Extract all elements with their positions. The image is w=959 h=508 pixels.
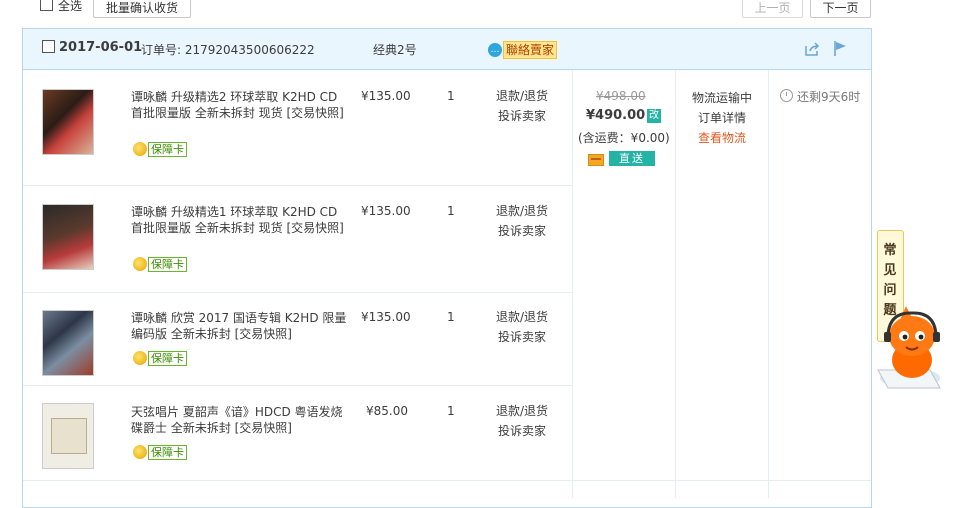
flag-icon[interactable] [833,40,847,57]
quantity: 1 [447,204,455,218]
order-date: 2017-06-01 [59,40,143,55]
mascot-icon[interactable] [870,300,952,400]
clock-icon [780,89,793,102]
product-thumbnail[interactable] [42,310,94,376]
product-title-link[interactable]: 谭咏麟 升级精选1 环球萃取 K2HD CD首批限量版 全新未拆封 现货 [交易… [131,204,347,236]
column-divider [572,70,573,498]
product-thumbnail[interactable] [42,89,94,155]
select-all-checkbox[interactable] [40,0,53,11]
guarantee-label: 保障卡 [148,445,187,460]
contact-seller-link[interactable]: 聯絡賣家 [503,41,558,59]
refund-link[interactable]: 退款/退货 [490,86,554,106]
product-thumbnail[interactable] [42,204,94,270]
share-icon[interactable] [804,41,820,57]
product-title-link[interactable]: 谭咏麟 欣赏 2017 国语专辑 K2HD 限量编码版 全新未拆封 [交易快照] [131,310,347,342]
select-all-label: 全选 [58,0,83,13]
row-divider [23,185,572,186]
original-total: ¥498.00 [596,89,646,103]
card-icon [588,154,604,166]
row-divider [23,292,572,293]
order-number: 订单号: 21792043500606222 [141,43,315,57]
row-divider [23,385,572,386]
refund-link[interactable]: 退款/退货 [490,401,554,421]
freight-info: (含运费：¥0.00) [578,131,670,145]
quantity: 1 [447,310,455,324]
unit-price: ¥135.00 [361,89,411,103]
album-cover-art [51,418,87,454]
complaint-link[interactable]: 投诉卖家 [490,221,554,241]
product-thumbnail[interactable] [42,403,94,469]
prev-page-button[interactable]: 上一页 [742,0,803,18]
row-divider [23,480,871,481]
guarantee-badge[interactable]: 保障卡 [133,445,187,460]
unit-price: ¥85.00 [366,404,408,418]
guarantee-badge[interactable]: 保障卡 [133,257,187,272]
status-column: 物流运输中 订单详情 查看物流 [676,88,768,148]
refund-link[interactable]: 退款/退货 [490,307,554,327]
batch-confirm-button[interactable]: 批量确认收货 [93,0,191,18]
coin-icon [133,351,147,365]
faq-char: 见 [883,263,897,278]
chat-bubble-icon[interactable]: … [488,43,502,57]
guarantee-label: 保障卡 [148,142,187,157]
product-title-link[interactable]: 天弦唱片 夏韶声《谙》HDCD 粤语发烧碟爵士 全新未拆封 [交易快照] [131,404,347,436]
direct-shipping-tag: 直送 [609,151,655,166]
paid-total: ¥490.00 [586,108,646,123]
quantity: 1 [447,89,455,103]
next-page-button[interactable]: 下一页 [810,0,871,18]
order-detail-link[interactable]: 订单详情 [676,108,768,128]
column-divider [768,70,769,498]
view-logistics-link[interactable]: 查看物流 [676,128,768,148]
guarantee-label: 保障卡 [148,257,187,272]
refund-link[interactable]: 退款/退货 [490,201,554,221]
faq-char: 问 [883,283,897,298]
price-modified-tag: 改 [647,109,661,123]
unit-price: ¥135.00 [361,310,411,324]
coin-icon [133,142,147,156]
coin-icon [133,257,147,271]
quantity: 1 [447,404,455,418]
unit-price: ¥135.00 [361,204,411,218]
complaint-link[interactable]: 投诉卖家 [490,106,554,126]
order-checkbox[interactable] [42,40,55,53]
guarantee-badge[interactable]: 保障卡 [133,142,187,157]
shop-name[interactable]: 经典2号 [373,41,417,58]
guarantee-badge[interactable]: 保障卡 [133,351,187,366]
product-title-link[interactable]: 谭咏麟 升级精选2 环球萃取 K2HD CD首批限量版 全新未拆封 现货 [交易… [131,89,347,121]
complaint-link[interactable]: 投诉卖家 [490,421,554,441]
complaint-link[interactable]: 投诉卖家 [490,327,554,347]
coin-icon [133,445,147,459]
time-remaining: 还剩9天6时 [797,90,861,104]
faq-char: 常 [883,243,897,258]
guarantee-label: 保障卡 [148,351,187,366]
status-text: 物流运输中 [691,91,752,105]
